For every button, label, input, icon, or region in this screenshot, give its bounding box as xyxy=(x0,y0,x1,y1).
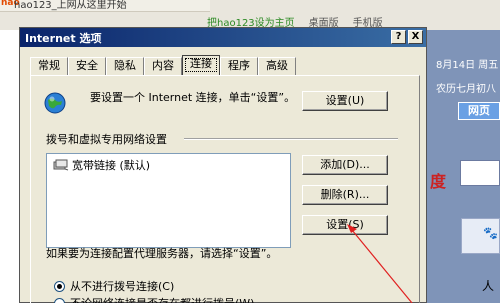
tab-advanced[interactable]: 高级 xyxy=(258,57,296,75)
radio-label: 不论网络连接是否存在都进行拨号(W) xyxy=(70,295,254,303)
date-text: 8月14日 周五 xyxy=(436,60,499,71)
browser-tab[interactable]: hao hao123_上网从这里开始 xyxy=(0,0,210,12)
dialog-title: Internet 选项 xyxy=(25,32,102,45)
page-text: 人 xyxy=(482,279,495,293)
radio-button[interactable] xyxy=(54,280,65,292)
radio-label: 从不进行拨号连接(C) xyxy=(70,280,175,293)
tab-privacy[interactable]: 隐私 xyxy=(106,57,144,75)
tab-security[interactable]: 安全 xyxy=(68,57,106,75)
proxy-description: 如果要为连接配置代理服务器，请选择“设置”。 xyxy=(46,247,278,260)
network-connection-icon xyxy=(53,159,69,171)
setup-button[interactable]: 设置(U) xyxy=(302,91,388,111)
radio-button[interactable] xyxy=(54,297,65,303)
tab-general[interactable]: 常规 xyxy=(30,57,68,75)
paw-icon: 🐾 xyxy=(483,226,498,240)
lunar-date-text: 农历七月初八 xyxy=(436,84,496,95)
list-item[interactable]: 宽带链接 (默认) xyxy=(53,157,150,173)
radio-always-dial[interactable]: 不论网络连接是否存在都进行拨号(W) xyxy=(54,295,254,303)
web-search-tab[interactable]: 网页 xyxy=(458,102,500,120)
globe-icon xyxy=(44,92,66,114)
tab-programs[interactable]: 程序 xyxy=(220,57,258,75)
connection-name: 宽带链接 (默认) xyxy=(72,159,151,172)
radio-never-dial[interactable]: 从不进行拨号连接(C) xyxy=(54,278,174,294)
search-input[interactable] xyxy=(460,160,500,186)
delete-button[interactable]: 删除(R)... xyxy=(302,185,388,205)
connection-list[interactable]: 宽带链接 (默认) xyxy=(46,153,291,248)
browser-tab-title: hao123_上网从这里开始 xyxy=(14,0,127,11)
search-logo-text: 度 xyxy=(430,172,447,191)
close-button[interactable]: X xyxy=(408,30,423,44)
tab-connections[interactable]: 连接 xyxy=(182,55,220,75)
tab-content[interactable]: 内容 xyxy=(144,57,182,75)
group-divider xyxy=(184,138,398,140)
setup-description: 要设置一个 Internet 连接，单击“设置”。 xyxy=(90,91,296,104)
internet-options-dialog: Internet 选项 ? X 常规 安全 隐私 内容 连接 程序 高级 要设置… xyxy=(19,27,427,303)
dialup-group-label: 拨号和虚拟专用网络设置 xyxy=(46,133,167,146)
add-button[interactable]: 添加(D)... xyxy=(302,155,388,175)
tab-strip: 常规 安全 隐私 内容 连接 程序 高级 xyxy=(30,55,296,75)
settings-button[interactable]: 设置(S) xyxy=(302,215,388,235)
dialog-titlebar[interactable]: Internet 选项 ? X xyxy=(20,28,426,47)
help-button[interactable]: ? xyxy=(391,30,406,44)
